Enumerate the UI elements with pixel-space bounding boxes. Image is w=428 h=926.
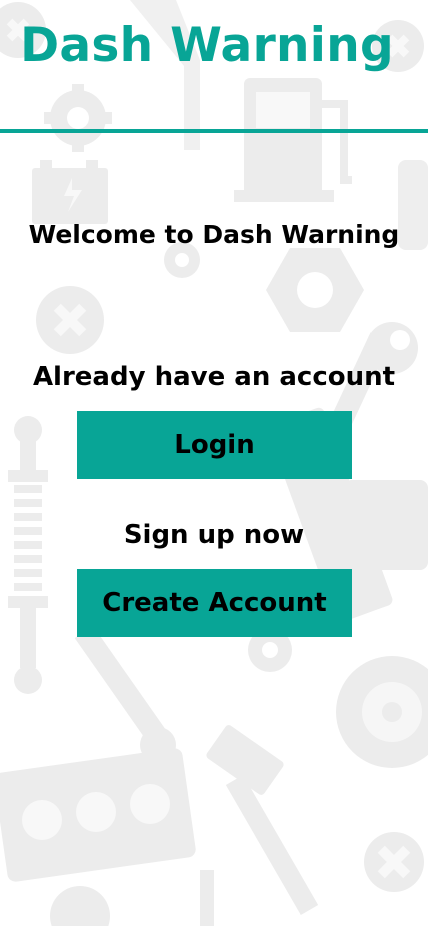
create-account-button[interactable]: Create Account (77, 569, 352, 637)
login-button[interactable]: Login (77, 411, 352, 479)
welcome-screen: Dash Warning Welcome to Dash Warning Alr… (0, 0, 428, 926)
signup-prompt: Sign up now (123, 520, 305, 550)
app-title: Dash Warning (20, 18, 394, 73)
welcome-message: Welcome to Dash Warning (28, 220, 400, 249)
title-divider (0, 129, 428, 133)
login-prompt: Already have an account (32, 362, 396, 392)
